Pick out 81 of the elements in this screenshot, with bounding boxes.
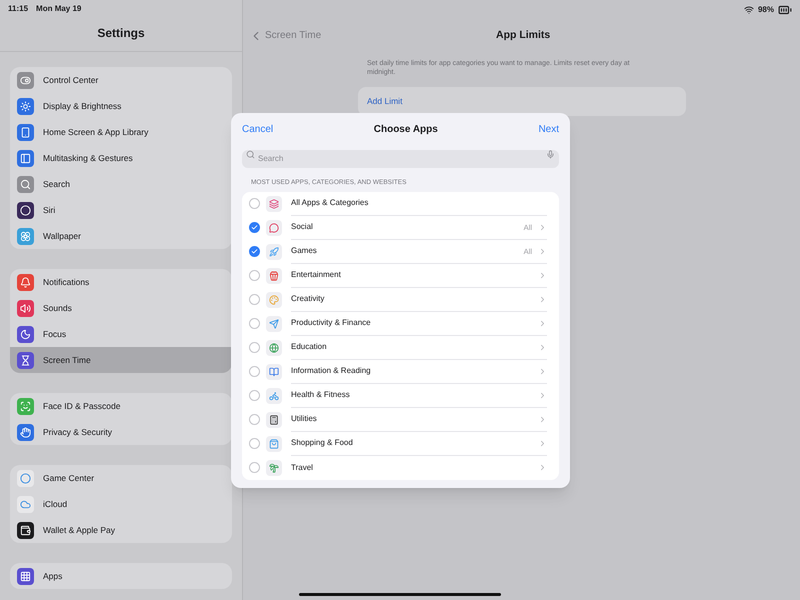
palm-tree-icon (266, 460, 282, 476)
sidebar-item[interactable]: Wallet & Apple Pay (10, 517, 232, 543)
sidebar-item[interactable]: Screen Time (10, 347, 232, 373)
speaker-icon (17, 300, 34, 316)
battery-percent: 98% (758, 4, 774, 16)
paper-plane-icon (266, 316, 282, 332)
calculator-icon (266, 412, 282, 428)
sidebar-item[interactable]: Siri (10, 197, 232, 223)
hourglass-icon (17, 352, 34, 368)
category-row[interactable]: Health & Fitness (242, 384, 559, 408)
add-limit-button[interactable]: Add Limit (367, 95, 402, 108)
sidebar-item[interactable]: Wallpaper (10, 223, 232, 249)
category-label: Social (291, 221, 314, 234)
phone-icon (17, 124, 34, 140)
popcorn-icon (266, 268, 282, 284)
status-time: 11:15 (8, 3, 28, 15)
sheet-title: Choose Apps (374, 122, 438, 136)
sidebar-title: Settings (97, 25, 145, 42)
sidebar-item[interactable]: Search (10, 171, 232, 197)
microphone-icon (546, 150, 555, 158)
category-label: Travel (291, 462, 314, 474)
search-field[interactable]: Search (242, 150, 559, 168)
category-row[interactable]: Utilities (242, 408, 559, 432)
cancel-button[interactable]: Cancel (242, 122, 274, 136)
sidebar-item[interactable]: Apps (10, 563, 232, 589)
sidebar-item[interactable]: Game Center (10, 465, 232, 491)
category-row[interactable]: Entertainment (242, 264, 559, 288)
shopping-bag-icon (266, 436, 282, 452)
palette-icon (266, 292, 282, 308)
battery-icon (778, 3, 792, 17)
category-label: All Apps & Categories (291, 197, 370, 210)
search-icon (246, 150, 255, 158)
next-button[interactable]: Next (538, 122, 559, 136)
sidebar-item[interactable]: Notifications (10, 269, 232, 295)
page-title: App Limits (496, 28, 550, 43)
sun-icon (17, 98, 34, 114)
category-row[interactable]: Travel (242, 456, 559, 480)
sidebar-item[interactable]: Face ID & Passcode (10, 393, 232, 419)
category-row[interactable]: Productivity & Finance (242, 312, 559, 336)
sidebar-item[interactable]: iCloud (10, 491, 232, 517)
layers-icon (266, 196, 282, 212)
sidebar-item[interactable]: Focus (10, 321, 232, 347)
bicycle-icon (266, 388, 282, 404)
category-row[interactable]: Information & Reading (242, 360, 559, 384)
grid-icon (17, 568, 34, 584)
status-date: Mon May 19 (36, 3, 82, 15)
wallet-icon (17, 522, 34, 538)
category-row[interactable]: All Apps & Categories (242, 192, 559, 216)
sidebar-item[interactable]: Multitasking & Gestures (10, 145, 232, 171)
moon-icon (17, 326, 34, 342)
hand-icon (17, 424, 34, 440)
search-icon (17, 176, 34, 192)
sidebar-item[interactable]: Privacy & Security (10, 419, 232, 445)
globe-icon (266, 340, 282, 356)
bell-icon (17, 274, 34, 290)
layout-icon (17, 150, 34, 166)
category-label: Creativity (291, 293, 326, 306)
category-label: Health & Fitness (291, 389, 351, 402)
sidebar-item[interactable]: Control Center (10, 67, 232, 93)
category-label: Information & Reading (291, 365, 372, 378)
category-label: Games (291, 245, 318, 258)
category-row[interactable]: Shopping & Food (242, 432, 559, 456)
sidebar-item[interactable]: Home Screen & App Library (10, 119, 232, 145)
rocket-icon (266, 244, 282, 260)
category-label: Entertainment (291, 269, 342, 282)
category-row[interactable]: Education (242, 336, 559, 360)
category-label: Education (291, 341, 328, 354)
wifi-icon (744, 5, 754, 15)
toggle-icon (17, 72, 34, 88)
sidebar-item[interactable]: Display & Brightness (10, 93, 232, 119)
category-label: Shopping & Food (291, 437, 354, 450)
category-label: Utilities (291, 413, 318, 426)
category-row[interactable]: Creativity (242, 288, 559, 312)
speech-bubble-icon (266, 220, 282, 236)
orb-icon (17, 202, 34, 218)
cloud-icon (17, 496, 34, 512)
face-scan-icon (17, 398, 34, 414)
sidebar-item[interactable]: Sounds (10, 295, 232, 321)
book-icon (266, 364, 282, 380)
category-label: Productivity & Finance (291, 317, 372, 330)
flower-icon (17, 228, 34, 244)
